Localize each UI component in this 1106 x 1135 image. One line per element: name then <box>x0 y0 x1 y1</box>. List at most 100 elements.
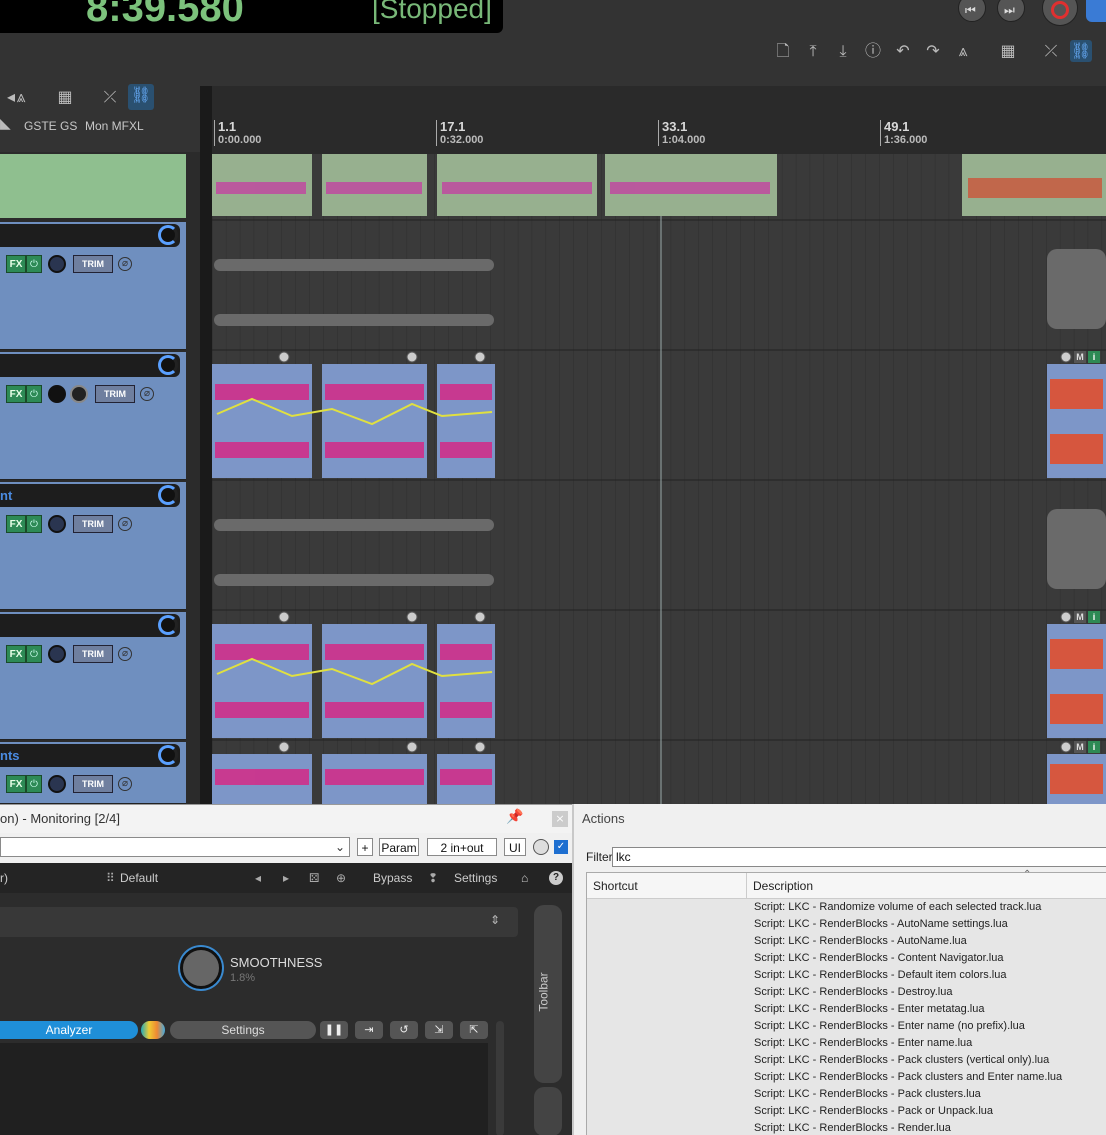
param-button[interactable]: Param <box>379 838 419 856</box>
settings-tab[interactable]: Settings <box>170 1021 316 1039</box>
volume-knob[interactable] <box>48 775 66 793</box>
item-mute-button[interactable]: M <box>1074 741 1086 753</box>
volume-knob[interactable] <box>48 645 66 663</box>
fit-icon[interactable]: ⇥ <box>355 1021 383 1039</box>
list-item[interactable]: Script: LKC - RenderBlocks - Content Nav… <box>754 950 1003 967</box>
volume-knob[interactable] <box>48 255 66 273</box>
ui-button[interactable]: UI <box>504 838 526 856</box>
filter-input[interactable]: lkc <box>612 847 1106 867</box>
loop-button[interactable] <box>1086 0 1106 22</box>
item-info-button[interactable]: i <box>1088 611 1100 623</box>
timeline-ruler[interactable]: 1.1 0:00.000 17.1 0:32.000 33.1 1:04.000 49… <box>212 86 1106 154</box>
reset-icon[interactable]: ↺ <box>390 1021 418 1039</box>
grid-icon[interactable]: ▦ <box>54 86 76 108</box>
toolbar-label-gste[interactable]: GSTE <box>24 119 57 133</box>
record-arm-icon[interactable] <box>158 745 178 765</box>
expand-icon[interactable]: ⇕ <box>490 913 500 927</box>
redo-icon[interactable]: ↷ <box>922 40 944 62</box>
item-info-button[interactable]: i <box>1088 351 1100 363</box>
folder-track-header[interactable] <box>0 154 186 218</box>
metronome-icon[interactable]: ⩓ <box>10 86 32 108</box>
actions-list[interactable]: Shortcut Description ⌃ Script: LKC - Ran… <box>586 869 1106 1135</box>
list-item[interactable]: Script: LKC - Randomize volume of each s… <box>754 899 1041 916</box>
ripple-icon[interactable]: ⤫ <box>99 86 121 108</box>
item-mute-button[interactable]: M <box>1074 351 1086 363</box>
power-icon[interactable]: ⏻ <box>26 775 42 793</box>
link-icon[interactable]: ⛓ <box>128 84 154 110</box>
toolbar-label-gs[interactable]: GS <box>60 119 77 133</box>
phase-icon[interactable]: ⌀ <box>118 517 132 531</box>
trim-button[interactable]: TRIM <box>73 255 113 273</box>
info-icon[interactable]: ⓘ <box>862 40 884 62</box>
trim-button[interactable]: TRIM <box>73 515 113 533</box>
fx-button[interactable]: FX <box>6 645 26 663</box>
side-toolbar[interactable]: Toolbar <box>534 905 562 1083</box>
trim-button[interactable]: TRIM <box>95 385 135 403</box>
bypass-button[interactable]: Bypass <box>373 863 412 893</box>
list-item[interactable]: Script: LKC - RenderBlocks - Pack or Unp… <box>754 1103 993 1120</box>
list-item[interactable]: Script: LKC - RenderBlocks - Enter metat… <box>754 1001 984 1018</box>
list-item[interactable]: Script: LKC - RenderBlocks - Enter name … <box>754 1018 1025 1035</box>
phase-icon[interactable]: ⌀ <box>118 777 132 791</box>
side-toolbar-lower[interactable] <box>534 1087 562 1135</box>
fx-button[interactable]: FX <box>6 255 26 273</box>
toolbar-label-mon-mfxl[interactable]: Mon MFXL <box>85 119 144 133</box>
enable-checkbox[interactable]: ✓ <box>554 840 568 854</box>
track-name[interactable]: nt <box>0 484 180 507</box>
pan-knob[interactable] <box>70 385 88 403</box>
analyzer-display[interactable] <box>0 1043 488 1135</box>
track-header[interactable]: nt FX ⏻ TRIM ⌀ <box>0 482 186 610</box>
settings-button[interactable]: Settings <box>454 863 497 893</box>
save-icon[interactable]: ⤒ <box>802 40 824 62</box>
presets-grid-icon[interactable]: ⠿ <box>106 863 115 893</box>
scrollbar[interactable] <box>496 1021 504 1135</box>
export-icon[interactable]: ⇱ <box>460 1021 488 1039</box>
record-button[interactable] <box>1042 0 1078 26</box>
import-icon[interactable]: ⇲ <box>425 1021 453 1039</box>
track-name[interactable]: nts <box>0 744 180 767</box>
analyzer-tab[interactable]: Analyzer <box>0 1021 138 1039</box>
pin-icon[interactable]: 📌 <box>506 809 523 825</box>
spectrum-icon[interactable] <box>141 1021 165 1039</box>
phase-icon[interactable]: ⌀ <box>118 257 132 271</box>
track-name[interactable] <box>0 354 180 377</box>
trim-button[interactable]: TRIM <box>73 775 113 793</box>
list-item[interactable]: Script: LKC - RenderBlocks - Default ite… <box>754 967 1006 984</box>
item-mute-button[interactable]: M <box>1074 611 1086 623</box>
list-item[interactable]: Script: LKC - RenderBlocks - Render.lua <box>754 1120 951 1135</box>
track-name[interactable] <box>0 224 180 247</box>
random-icon[interactable]: ⚄ <box>309 863 319 893</box>
grid-icon[interactable]: ▦ <box>997 40 1019 62</box>
go-end-button[interactable]: ⏭ <box>997 0 1025 22</box>
power-icon[interactable]: ⏻ <box>26 515 42 533</box>
record-arm-icon[interactable] <box>158 615 178 635</box>
list-item[interactable]: Script: LKC - RenderBlocks - Enter name.… <box>754 1035 972 1052</box>
module-bar[interactable]: ⇕ <box>0 907 518 937</box>
record-arm-icon[interactable] <box>158 225 178 245</box>
link-icon[interactable]: ⛓ <box>1070 40 1092 62</box>
home-icon[interactable]: ⌂ <box>521 863 528 893</box>
record-arm-icon[interactable] <box>158 355 178 375</box>
pause-icon[interactable]: ❚❚ <box>320 1021 348 1039</box>
io-button[interactable]: 2 in+out <box>427 838 497 856</box>
prev-preset-icon[interactable]: ◂ <box>255 863 261 893</box>
power-icon[interactable]: ⏻ <box>26 255 42 273</box>
preset-dropdown[interactable]: ⌄ <box>0 837 350 857</box>
list-item[interactable]: Script: LKC - RenderBlocks - Pack cluste… <box>754 1052 1049 1069</box>
track-header[interactable]: FX ⏻ TRIM ⌀ <box>0 352 186 480</box>
track-header[interactable]: FX ⏻ TRIM ⌀ <box>0 612 186 740</box>
list-item[interactable]: Script: LKC - RenderBlocks - AutoName se… <box>754 916 1008 933</box>
power-icon[interactable]: ⏻ <box>26 645 42 663</box>
ripple-icon[interactable]: ⤫ <box>1040 40 1062 62</box>
list-item[interactable]: Script: LKC - RenderBlocks - Destroy.lua <box>754 984 952 1001</box>
add-preset-button[interactable]: + <box>357 838 373 856</box>
list-item[interactable]: Script: LKC - RenderBlocks - Pack cluste… <box>754 1069 1062 1086</box>
pencil-icon[interactable]: ◣ <box>0 116 11 132</box>
list-item[interactable]: Script: LKC - RenderBlocks - AutoName.lu… <box>754 933 967 950</box>
go-start-button[interactable]: ⏮ <box>958 0 986 22</box>
track-header[interactable]: nts FX ⏻ TRIM ⌀ <box>0 742 186 804</box>
new-project-icon[interactable]: 🗋 <box>772 40 794 62</box>
undo-icon[interactable]: ↶ <box>892 40 914 62</box>
help-icon[interactable]: ? <box>549 871 563 885</box>
track-header[interactable]: FX ⏻ TRIM ⌀ <box>0 222 186 350</box>
